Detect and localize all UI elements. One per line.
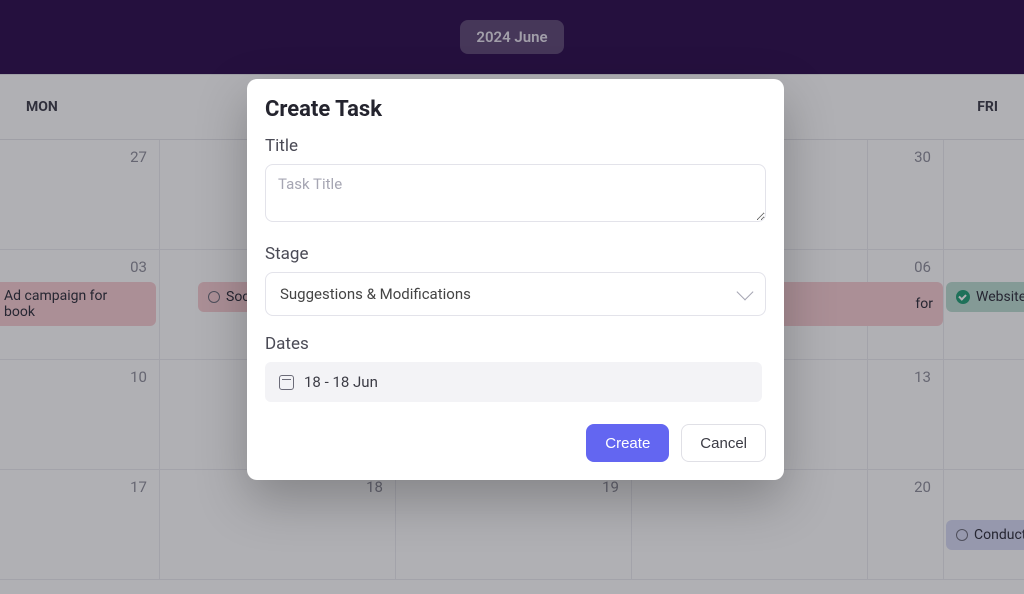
create-button[interactable]: Create <box>586 424 669 462</box>
date-range-picker[interactable]: 18 - 18 Jun <box>265 362 762 402</box>
dates-field-label: Dates <box>265 334 766 354</box>
modal-title: Create Task <box>265 97 766 122</box>
cancel-button-label: Cancel <box>700 435 747 452</box>
date-range-value: 18 - 18 Jun <box>304 373 378 391</box>
title-field-label: Title <box>265 136 766 156</box>
create-task-modal: Create Task Title Stage Suggestions & Mo… <box>247 79 784 480</box>
stage-select[interactable]: Suggestions & Modifications <box>265 272 766 316</box>
create-button-label: Create <box>605 435 650 452</box>
chevron-down-icon <box>737 284 754 301</box>
stage-field-label: Stage <box>265 244 766 264</box>
modal-actions: Create Cancel <box>265 424 766 462</box>
cancel-button[interactable]: Cancel <box>681 424 766 462</box>
task-title-input[interactable] <box>265 164 766 222</box>
stage-selected-value: Suggestions & Modifications <box>280 285 471 303</box>
calendar-icon <box>279 375 294 390</box>
